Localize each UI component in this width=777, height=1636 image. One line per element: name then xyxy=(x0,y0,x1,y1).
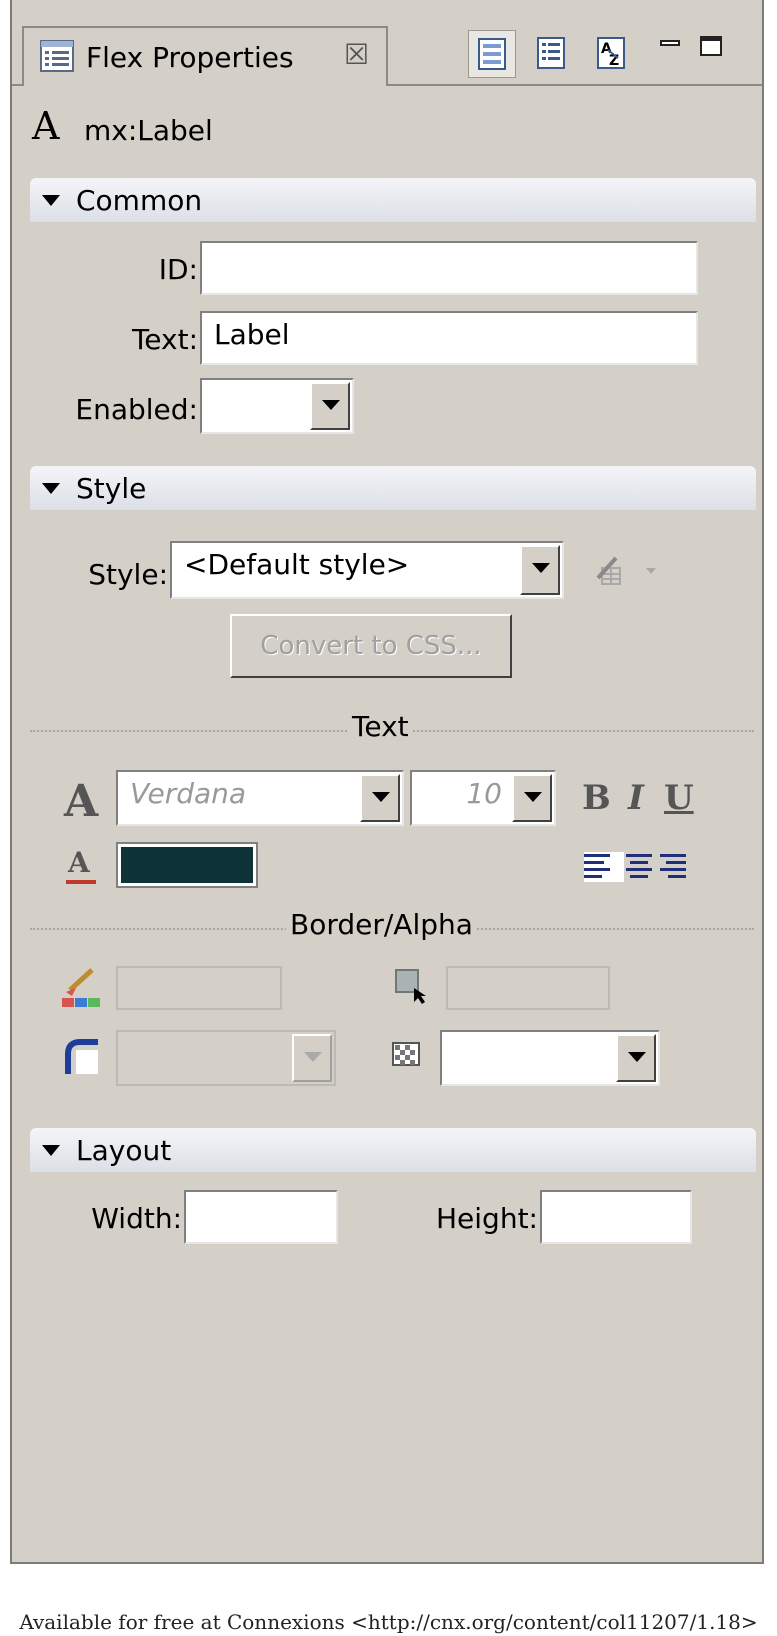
shadow-icon xyxy=(392,966,428,1006)
font-family-dropdown[interactable]: Verdana xyxy=(116,770,404,826)
color-fill xyxy=(121,847,253,883)
tab-bar-divider xyxy=(12,84,22,86)
component-type-icon: A xyxy=(32,104,60,148)
text-field[interactable]: Label xyxy=(200,311,698,365)
id-label: ID: xyxy=(158,253,198,286)
standard-view-icon[interactable] xyxy=(468,30,516,78)
enabled-label: Enabled: xyxy=(75,393,198,426)
chevron-down-icon xyxy=(292,1034,332,1082)
alpha-dropdown[interactable] xyxy=(440,1030,660,1086)
text-color-glyph: A xyxy=(68,846,90,879)
category-view-icon[interactable] xyxy=(528,30,576,78)
tab-title: Flex Properties xyxy=(86,41,294,74)
section-title: Common xyxy=(76,184,203,217)
section-header-common[interactable]: Common xyxy=(30,178,756,222)
underline-button[interactable]: U xyxy=(664,778,694,818)
corner-radius-icon xyxy=(62,1036,102,1076)
component-name: mx:Label xyxy=(84,114,213,147)
chevron-down-icon[interactable] xyxy=(360,774,400,822)
border-alpha-label: Border/Alpha xyxy=(286,908,477,941)
tab-flex-properties[interactable]: Flex Properties ☒ xyxy=(22,26,388,86)
section-header-style[interactable]: Style xyxy=(30,466,756,510)
close-icon[interactable]: ☒ xyxy=(344,38,369,71)
id-field[interactable] xyxy=(200,241,698,295)
shadow-field xyxy=(446,966,610,1010)
chevron-down-icon[interactable] xyxy=(512,774,552,822)
font-size-value: 10 xyxy=(466,777,502,810)
bold-button[interactable]: B xyxy=(582,778,611,818)
chevron-down-icon[interactable] xyxy=(616,1034,656,1082)
font-icon: A xyxy=(64,776,99,827)
corner-radius-dropdown xyxy=(116,1030,336,1086)
align-center-icon[interactable] xyxy=(624,852,654,882)
text-section-label: Text xyxy=(348,710,413,743)
chevron-down-icon[interactable] xyxy=(520,545,560,595)
collapse-arrow-icon xyxy=(42,1145,60,1156)
font-size-dropdown[interactable]: 10 xyxy=(410,770,556,826)
section-title: Layout xyxy=(76,1134,172,1167)
minimize-icon[interactable] xyxy=(658,34,684,60)
text-color-swatch[interactable] xyxy=(116,842,258,888)
tab-bar-divider xyxy=(386,84,762,86)
credit-footer: Available for free at Connexions <http:/… xyxy=(19,1610,758,1634)
section-header-layout[interactable]: Layout xyxy=(30,1128,756,1172)
maximize-icon[interactable] xyxy=(698,34,724,60)
properties-view-icon xyxy=(40,40,74,76)
collapse-arrow-icon xyxy=(42,195,60,206)
style-value: <Default style> xyxy=(184,548,410,581)
height-field[interactable] xyxy=(540,1190,692,1244)
style-label: Style: xyxy=(88,558,168,591)
text-label: Text: xyxy=(131,323,198,356)
chevron-down-icon[interactable] xyxy=(310,382,350,430)
section-title: Style xyxy=(76,472,147,505)
text-color-icon: A xyxy=(64,846,100,886)
tab-bar: Flex Properties ☒ A Z xyxy=(12,0,762,86)
align-left-icon[interactable] xyxy=(584,852,624,882)
alphabetical-view-icon[interactable]: A Z xyxy=(588,30,636,78)
convert-to-css-button[interactable]: Convert to CSS... xyxy=(230,614,512,678)
flex-properties-panel: Flex Properties ☒ A Z A mx:Label Common … xyxy=(10,0,764,1564)
font-family-value: Verdana xyxy=(130,777,247,810)
border-color-icon xyxy=(62,966,102,1010)
width-field[interactable] xyxy=(184,1190,338,1244)
alpha-icon xyxy=(392,1042,422,1068)
style-dropdown[interactable]: <Default style> xyxy=(170,541,564,599)
width-label: Width: xyxy=(91,1202,182,1235)
height-label: Height: xyxy=(436,1202,538,1235)
align-right-icon[interactable] xyxy=(658,852,688,882)
italic-button[interactable]: I xyxy=(628,778,644,818)
collapse-arrow-icon xyxy=(42,483,60,494)
enabled-dropdown[interactable] xyxy=(200,378,354,434)
border-color-field xyxy=(116,966,282,1010)
style-edit-icon[interactable] xyxy=(592,554,668,588)
